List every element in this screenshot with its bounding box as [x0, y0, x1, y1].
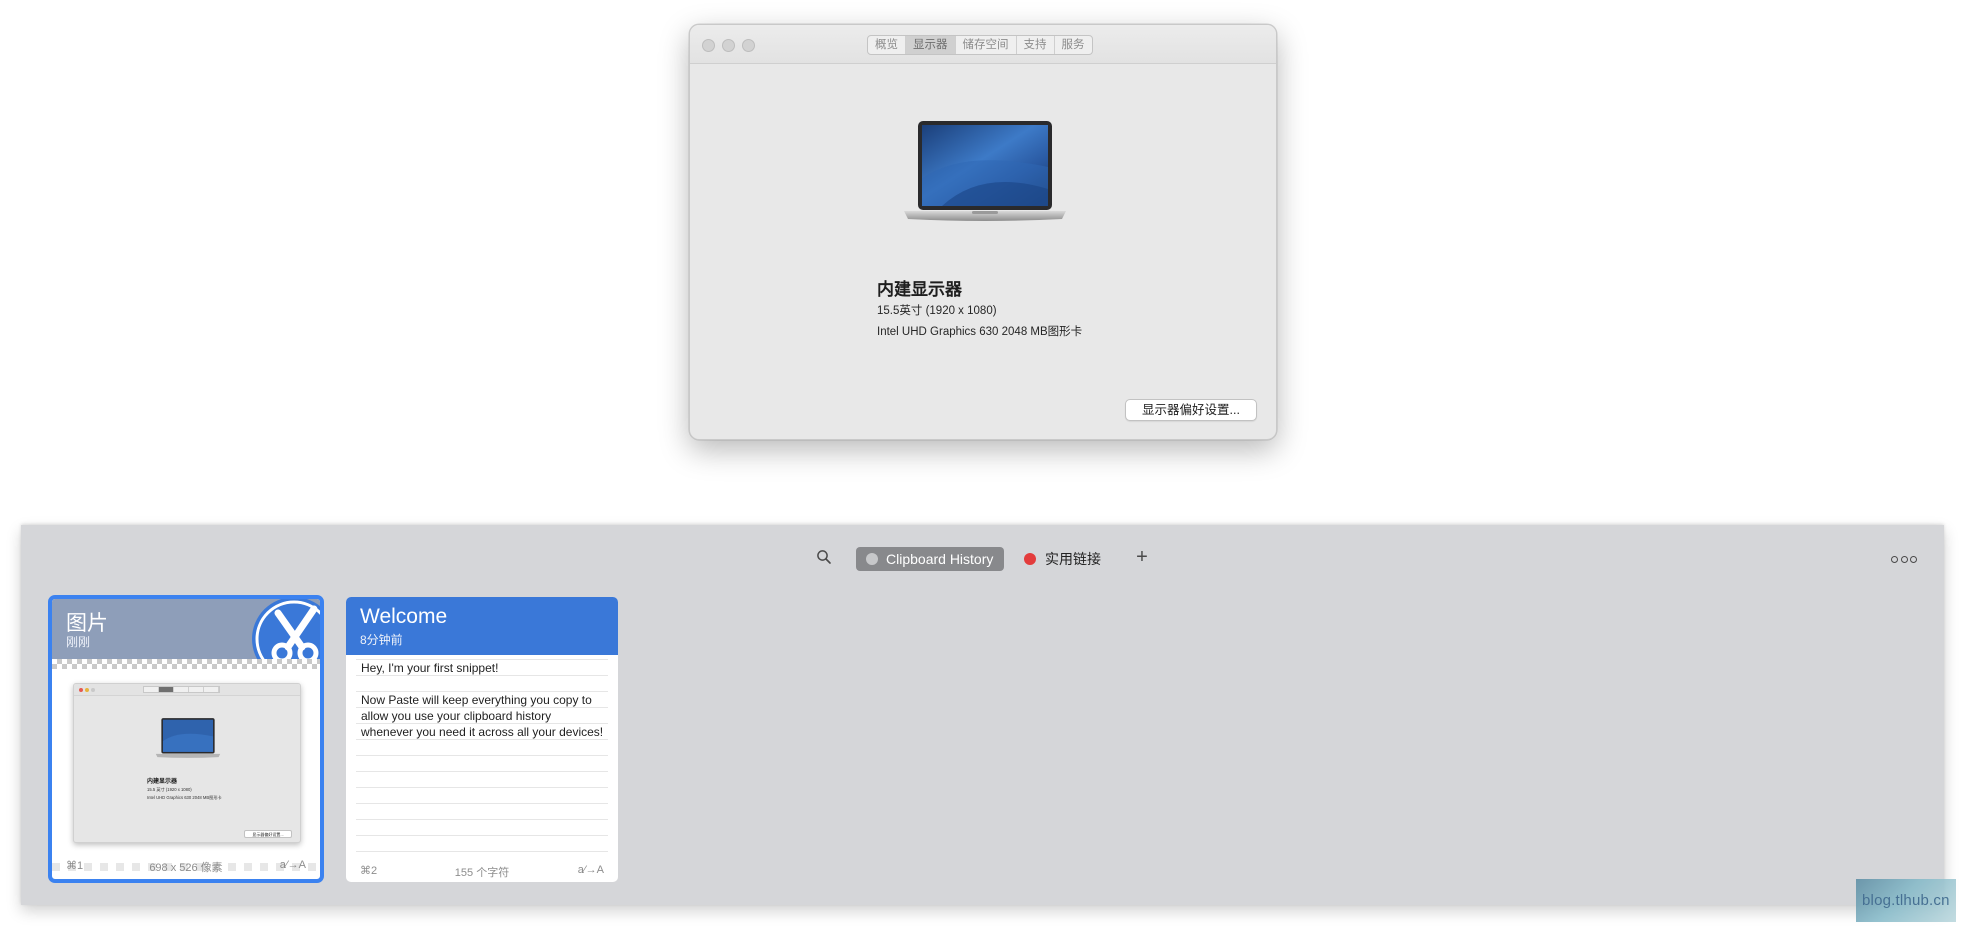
display-gpu: Intel UHD Graphics 630 2048 MB图形卡: [877, 326, 1083, 338]
title-bar: 概览 显示器 储存空间 支持 服务: [690, 25, 1276, 64]
thumbnail-line: 15.5 英寸 (1920 x 1080): [147, 787, 192, 792]
pinboard-useful-links[interactable]: 实用链接: [1024, 547, 1101, 571]
snippet-paragraph: Now Paste will keep everything you copy …: [361, 693, 604, 739]
card-header: 图片 刚刚: [52, 599, 320, 665]
display-size: 15.5英寸 (1920 x 1080): [877, 305, 997, 317]
card-footer: ⌘2 155 个字符 a⁄→A: [346, 860, 618, 882]
tab-storage[interactable]: 储存空间: [956, 36, 1017, 54]
paste-panel: Clipboard History 实用链接 + 图片 刚刚 内建显示器 15.…: [21, 525, 1944, 905]
transparency-pattern: [52, 659, 320, 669]
pinboard-dot: [1024, 553, 1036, 565]
paste-as-text-icon[interactable]: a⁄→A: [578, 864, 604, 876]
tab-bar: 概览 显示器 储存空间 支持 服务: [867, 35, 1093, 55]
watermark-text: blog.tlhub.cn: [1862, 892, 1950, 909]
minimize-button[interactable]: [722, 39, 735, 52]
screenshot-app-icon: [252, 599, 320, 665]
pinboard-clipboard-history[interactable]: Clipboard History: [856, 547, 1004, 571]
paste-as-text-icon[interactable]: a⁄→A: [280, 859, 306, 871]
thumbnail-line: Intel UHD Graphics 630 2048 MB图形卡: [147, 795, 222, 800]
more-icon[interactable]: [1891, 553, 1917, 565]
about-window: 概览 显示器 储存空间 支持 服务 内建显示器 15.5英寸 (1920 x 1…: [689, 24, 1277, 440]
card-header: Welcome 8分钟前: [346, 597, 618, 655]
card-timestamp: 刚刚: [66, 635, 91, 649]
display-preferences-button[interactable]: 显示器偏好设置...: [1125, 399, 1257, 421]
tab-displays[interactable]: 显示器: [906, 36, 956, 54]
pinboard-dot: [866, 553, 878, 565]
zoom-button[interactable]: [742, 39, 755, 52]
pinboard-label: Clipboard History: [886, 551, 994, 567]
clip-card-text[interactable]: Welcome 8分钟前 Hey, I'm your first snippet…: [346, 597, 618, 882]
thumbnail-title: 内建显示器: [147, 779, 178, 785]
snippet-paragraph: Hey, I'm your first snippet!: [361, 661, 499, 675]
search-icon[interactable]: [816, 549, 832, 565]
card-title: Welcome: [360, 605, 448, 628]
add-pinboard-button[interactable]: +: [1131, 545, 1153, 569]
tab-overview[interactable]: 概览: [868, 36, 906, 54]
card-timestamp: 8分钟前: [360, 633, 403, 647]
snippet-body: Hey, I'm your first snippet! Now Paste w…: [361, 660, 606, 740]
display-name: 内建显示器: [877, 280, 962, 299]
tab-service[interactable]: 服务: [1055, 36, 1092, 54]
close-button[interactable]: [702, 39, 715, 52]
clip-card-image[interactable]: 图片 刚刚 内建显示器 15.5 英寸 (1920 x 1080) Intel …: [48, 595, 324, 883]
tab-support[interactable]: 支持: [1017, 36, 1055, 54]
thumbnail-button: 显示器偏好设置...: [244, 830, 292, 838]
pinboard-label: 实用链接: [1045, 551, 1101, 567]
card-footer: ⌘1 698 x 526 像素 a⁄→A: [52, 855, 320, 877]
thumbnail-laptop: [155, 718, 221, 758]
watermark: blog.tlhub.cn: [1856, 879, 1956, 922]
laptop-image: [904, 121, 1066, 221]
image-thumbnail: 内建显示器 15.5 英寸 (1920 x 1080) Intel UHD Gr…: [73, 683, 301, 843]
